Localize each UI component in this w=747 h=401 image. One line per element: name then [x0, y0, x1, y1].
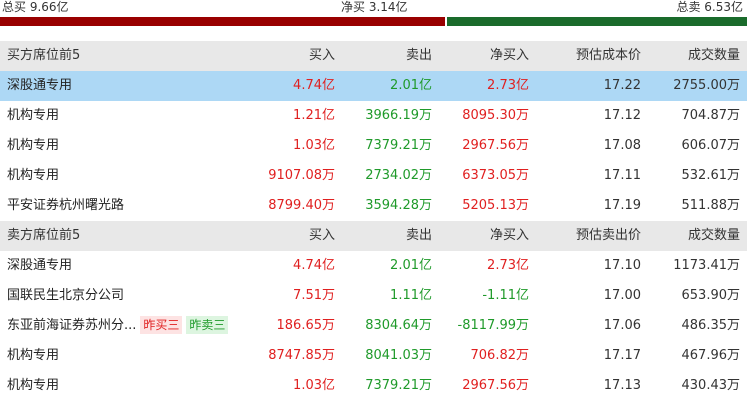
- col-price: 预估成本价: [575, 48, 641, 63]
- table-row[interactable]: 国联民生北京分公司 7.51万 1.11亿 -1.11亿 17.00 653.9…: [0, 281, 747, 311]
- net-value: 2.73亿: [487, 258, 529, 273]
- sell-value: 8041.03万: [365, 348, 432, 363]
- sell-seats-table: 卖方席位前5 买入 卖出 净买入 预估卖出价 成交数量 深股通专用 4.74亿 …: [0, 221, 747, 401]
- net-value: -8117.99万: [457, 318, 529, 333]
- buy-value: 8747.85万: [268, 348, 335, 363]
- price-value: 17.10: [603, 258, 641, 273]
- sell-value: 1.11亿: [390, 288, 432, 303]
- buy-seats-table: 买方席位前5 买入 卖出 净买入 预估成本价 成交数量 深股通专用 4.74亿 …: [0, 41, 747, 221]
- buy-value: 4.74亿: [293, 78, 335, 93]
- price-value: 17.17: [603, 348, 641, 363]
- volume-value: 653.90万: [681, 288, 741, 303]
- buy-value: 4.74亿: [293, 258, 335, 273]
- table-row[interactable]: 机构专用 1.03亿 7379.21万 2967.56万 17.08 606.0…: [0, 131, 747, 161]
- net-value: 706.82万: [470, 348, 530, 363]
- price-value: 17.22: [603, 78, 641, 93]
- sell-table-header: 卖方席位前5 买入 卖出 净买入 预估卖出价 成交数量: [0, 221, 747, 251]
- net-buy-label: 净买 3.14亿: [341, 0, 408, 14]
- seat-name[interactable]: 东亚前海证券苏州分...: [7, 318, 136, 333]
- volume-value: 467.96万: [681, 348, 741, 363]
- volume-value: 430.43万: [681, 378, 741, 393]
- col-seat: 买方席位前5: [7, 48, 81, 63]
- seat-name[interactable]: 机构专用: [7, 161, 59, 191]
- volume-value: 532.61万: [681, 168, 741, 183]
- table-row[interactable]: 平安证券杭州曙光路 8799.40万 3594.28万 5205.13万 17.…: [0, 191, 747, 221]
- seat-name[interactable]: 机构专用: [7, 101, 59, 131]
- table-row[interactable]: 机构专用 1.03亿 7379.21万 2967.56万 17.13 430.4…: [0, 371, 747, 401]
- price-value: 17.06: [603, 318, 641, 333]
- volume-value: 1173.41万: [673, 258, 740, 273]
- sell-value: 2.01亿: [390, 258, 432, 273]
- buy-table-header: 买方席位前5 买入 卖出 净买入 预估成本价 成交数量: [0, 41, 747, 71]
- total-sell-label: 总卖 6.53亿: [676, 0, 743, 14]
- volume-value: 511.88万: [681, 198, 741, 213]
- net-value: 5205.13万: [462, 198, 529, 213]
- volume-value: 2755.00万: [673, 78, 740, 93]
- table-row[interactable]: 机构专用 9107.08万 2734.02万 6373.05万 17.11 53…: [0, 161, 747, 191]
- table-row[interactable]: 机构专用 8747.85万 8041.03万 706.82万 17.17 467…: [0, 341, 747, 371]
- sell-value: 2.01亿: [390, 78, 432, 93]
- sell-value: 7379.21万: [365, 378, 432, 393]
- col-volume: 成交数量: [687, 228, 740, 243]
- total-buy-label: 总买 9.66亿: [2, 0, 69, 14]
- net-value: 8095.30万: [462, 108, 529, 123]
- net-value: 6373.05万: [462, 168, 529, 183]
- sell-value: 3966.19万: [365, 108, 432, 123]
- seat-name[interactable]: 机构专用: [7, 131, 59, 161]
- buy-value: 7.51万: [293, 288, 335, 303]
- col-buy: 买入: [308, 48, 335, 63]
- col-net: 净买入: [489, 228, 529, 243]
- price-value: 17.12: [603, 108, 641, 123]
- buy-value: 1.03亿: [293, 378, 335, 393]
- buy-value: 1.03亿: [293, 138, 335, 153]
- col-volume: 成交数量: [687, 48, 740, 63]
- table-row[interactable]: 深股通专用 4.74亿 2.01亿 2.73亿 17.22 2755.00万: [0, 71, 747, 101]
- net-value: -1.11亿: [482, 288, 529, 303]
- sell-ratio-fill: [447, 17, 747, 26]
- seat-name[interactable]: 平安证券杭州曙光路: [7, 191, 124, 221]
- price-value: 17.00: [603, 288, 641, 303]
- sell-value: 2734.02万: [365, 168, 432, 183]
- buy-sell-ratio-bar: [0, 17, 747, 26]
- col-net: 净买入: [489, 48, 529, 63]
- sell-value: 3594.28万: [365, 198, 432, 213]
- sell-value: 7379.21万: [365, 138, 432, 153]
- seat-name[interactable]: 机构专用: [7, 341, 59, 371]
- seat-name[interactable]: 深股通专用: [7, 251, 72, 281]
- buy-value: 1.21亿: [293, 108, 335, 123]
- yesterday-sell-tag: 昨卖三: [186, 315, 229, 334]
- col-sell: 卖出: [405, 48, 432, 63]
- price-value: 17.08: [603, 138, 641, 153]
- volume-value: 704.87万: [681, 108, 741, 123]
- table-row[interactable]: 东亚前海证券苏州分... 昨买三 昨卖三 186.65万 8304.64万 -811…: [0, 311, 747, 341]
- col-price: 预估卖出价: [575, 228, 641, 243]
- volume-value: 606.07万: [681, 138, 741, 153]
- price-value: 17.19: [603, 198, 641, 213]
- yesterday-buy-tag: 昨买三: [140, 315, 183, 334]
- buy-ratio-fill: [0, 17, 446, 26]
- col-seat: 卖方席位前5: [7, 228, 81, 243]
- seat-name[interactable]: 机构专用: [7, 371, 59, 401]
- net-value: 2967.56万: [462, 138, 529, 153]
- net-value: 2967.56万: [462, 378, 529, 393]
- col-sell: 卖出: [405, 228, 432, 243]
- seat-name-with-tags[interactable]: 东亚前海证券苏州分... 昨买三 昨卖三: [7, 311, 229, 341]
- table-row[interactable]: 机构专用 1.21亿 3966.19万 8095.30万 17.12 704.8…: [0, 101, 747, 131]
- price-value: 17.13: [603, 378, 641, 393]
- sell-value: 8304.64万: [365, 318, 432, 333]
- buy-value: 9107.08万: [268, 168, 335, 183]
- seat-name[interactable]: 国联民生北京分公司: [7, 281, 124, 311]
- net-value: 2.73亿: [487, 78, 529, 93]
- price-value: 17.11: [603, 168, 641, 183]
- table-row[interactable]: 深股通专用 4.74亿 2.01亿 2.73亿 17.10 1173.41万: [0, 251, 747, 281]
- volume-value: 486.35万: [681, 318, 741, 333]
- seat-name[interactable]: 深股通专用: [7, 71, 72, 101]
- buy-value: 8799.40万: [268, 198, 335, 213]
- summary-header: 总买 9.66亿 净买 3.14亿 总卖 6.53亿: [0, 0, 747, 28]
- buy-value: 186.65万: [276, 318, 336, 333]
- col-buy: 买入: [308, 228, 335, 243]
